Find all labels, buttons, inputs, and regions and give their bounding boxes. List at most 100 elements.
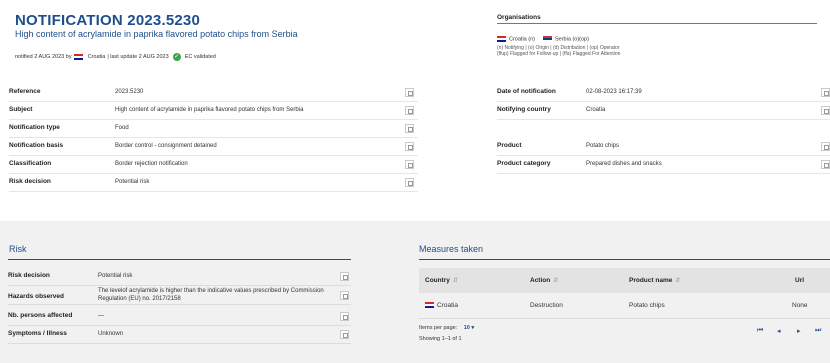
column-header-label: Action xyxy=(530,277,551,284)
copy-icon[interactable] xyxy=(405,178,414,187)
serbia-flag-icon xyxy=(543,36,552,42)
risk-value: — xyxy=(98,313,104,319)
legend-line-2: (ffup) Flagged for Follow-up | (ffa) Fla… xyxy=(497,51,621,58)
croatia-flag-icon xyxy=(497,36,506,42)
page-title: NOTIFICATION 2023.5230 xyxy=(15,12,201,29)
column-header-label: Country xyxy=(425,277,450,284)
next-page-icon[interactable]: ▸ xyxy=(797,327,801,335)
copy-icon[interactable] xyxy=(821,106,830,115)
detail-label: Product category xyxy=(497,160,551,167)
cell-product: Potato chips xyxy=(629,302,665,309)
notified-country: Croatia xyxy=(87,54,106,60)
column-header-url: Url xyxy=(795,277,804,284)
organisation-code: (o)(op) xyxy=(572,36,589,43)
copy-icon[interactable] xyxy=(821,88,830,97)
first-page-icon[interactable]: ⏮ xyxy=(757,327,763,335)
copy-icon[interactable] xyxy=(405,88,414,97)
detail-label: Product xyxy=(497,142,522,149)
risk-label: Nb. persons affected xyxy=(8,312,73,319)
notified-text: notified 2 AUG 2023 by xyxy=(15,54,72,60)
page-subtitle: High content of acrylamide in paprika fl… xyxy=(15,29,298,39)
previous-page-icon[interactable]: ◂ xyxy=(777,327,781,335)
detail-label: Notification type xyxy=(9,124,60,131)
column-header-action[interactable]: Action ⇵ xyxy=(530,277,558,284)
detail-value: Potential risk xyxy=(115,179,150,185)
copy-icon[interactable] xyxy=(405,106,414,115)
column-header-label: Url xyxy=(795,277,805,284)
sort-icon[interactable]: ⇵ xyxy=(675,278,680,284)
detail-row-date-of-notification: Date of notification 02-08-2023 16:17:39 xyxy=(497,85,830,102)
organisation-country: Serbia xyxy=(555,36,571,43)
cell-url: None xyxy=(792,302,808,309)
detail-value: Potato chips xyxy=(586,143,620,149)
notification-meta: notified 2 AUG 2023 by Croatia | last up… xyxy=(15,53,216,61)
sort-icon[interactable]: ⇵ xyxy=(553,278,558,284)
detail-label: Classification xyxy=(9,160,52,167)
risk-row-hazards: Hazards observed The levelof acrylamide … xyxy=(8,287,351,305)
organisations-title: Organisations xyxy=(497,14,541,21)
organisation-country: Croatia xyxy=(509,36,527,43)
divider xyxy=(8,259,351,260)
detail-row-notifying-country: Notifying country Croatia xyxy=(497,103,830,120)
risk-row-persons-affected: Nb. persons affected — xyxy=(8,308,351,326)
detail-label: Risk decision xyxy=(9,178,51,185)
organisation-code: (n) xyxy=(528,36,535,43)
organisations-panel: Organisations Croatia (n) Serbia (o)(op)… xyxy=(497,14,817,57)
detail-row-reference: Reference 2023.5230 xyxy=(9,85,418,102)
divider xyxy=(419,318,830,319)
detail-value: Border control - consignment detained xyxy=(115,143,217,149)
risk-row-symptoms: Symptoms / Illness Unknown xyxy=(8,326,351,344)
croatia-flag-icon xyxy=(73,54,83,60)
detail-label: Subject xyxy=(9,106,33,113)
items-per-page-value: 10 xyxy=(463,325,470,331)
cell-country: Croatia xyxy=(425,302,458,309)
cell-country-text: Croatia xyxy=(437,302,458,309)
copy-icon[interactable] xyxy=(340,312,349,321)
copy-icon[interactable] xyxy=(405,124,414,133)
sort-icon[interactable]: ⇵ xyxy=(453,278,458,284)
detail-value: Food xyxy=(115,125,129,131)
last-update-text: | last update 2 AUG 2023 xyxy=(107,54,169,60)
column-header-label: Product name xyxy=(629,277,673,284)
copy-icon[interactable] xyxy=(340,272,349,281)
risk-value: The levelof acrylamide is higher than th… xyxy=(98,288,324,302)
items-per-page-select[interactable]: 10 ▾ xyxy=(464,325,474,331)
detail-row-risk-decision: Risk decision Potential risk xyxy=(9,175,418,192)
copy-icon[interactable] xyxy=(340,291,349,300)
detail-value: Croatia xyxy=(586,107,606,113)
organisation-item[interactable]: Croatia (n) xyxy=(497,36,535,42)
detail-label: Date of notification xyxy=(497,88,556,95)
detail-value: Border rejection notification xyxy=(115,161,188,167)
detail-row-subject: Subject High content of acrylamide in pa… xyxy=(9,103,418,120)
detail-row-product: Product Potato chips xyxy=(497,139,830,156)
detail-value: 2023.5230 xyxy=(115,89,144,95)
column-header-country[interactable]: Country ⇵ xyxy=(425,277,458,284)
risk-label: Hazards observed xyxy=(8,293,64,300)
copy-icon[interactable] xyxy=(340,330,349,339)
organisations-legend: (n) Notifying | (o) Origin | (d) Distrib… xyxy=(497,45,817,57)
column-header-product-name[interactable]: Product name ⇵ xyxy=(629,277,680,284)
risk-section-title: Risk xyxy=(9,244,27,254)
detail-row-classification: Classification Border rejection notifica… xyxy=(9,157,418,174)
divider xyxy=(419,259,830,260)
copy-icon[interactable] xyxy=(821,160,830,169)
organisations-list: Croatia (n) Serbia (o)(op) xyxy=(497,36,817,42)
detail-value: High content of acrylamide in paprika fl… xyxy=(115,107,304,113)
organisation-item[interactable]: Serbia (o)(op) xyxy=(543,36,589,42)
items-per-page-label: Items per page: xyxy=(419,325,458,331)
showing-range: Showing 1–1 of 1 xyxy=(419,336,462,342)
items-per-page: Items per page: 10 ▾ xyxy=(419,325,474,331)
croatia-flag-icon xyxy=(425,302,434,309)
detail-label: Reference xyxy=(9,88,41,95)
risk-value: Unknown xyxy=(98,331,124,337)
cell-action: Destruction xyxy=(530,302,563,309)
copy-icon[interactable] xyxy=(821,142,830,151)
last-page-icon[interactable]: ⏭ xyxy=(815,327,821,335)
detail-row-product-category: Product category Prepared dishes and sna… xyxy=(497,157,830,174)
risk-label: Symptoms / Illness xyxy=(8,330,67,337)
copy-icon[interactable] xyxy=(405,142,414,151)
detail-row-notification-type: Notification type Food xyxy=(9,121,418,138)
risk-value: Potential risk xyxy=(98,273,133,279)
copy-icon[interactable] xyxy=(405,160,414,169)
detail-row-notification-basis: Notification basis Border control - cons… xyxy=(9,139,418,156)
